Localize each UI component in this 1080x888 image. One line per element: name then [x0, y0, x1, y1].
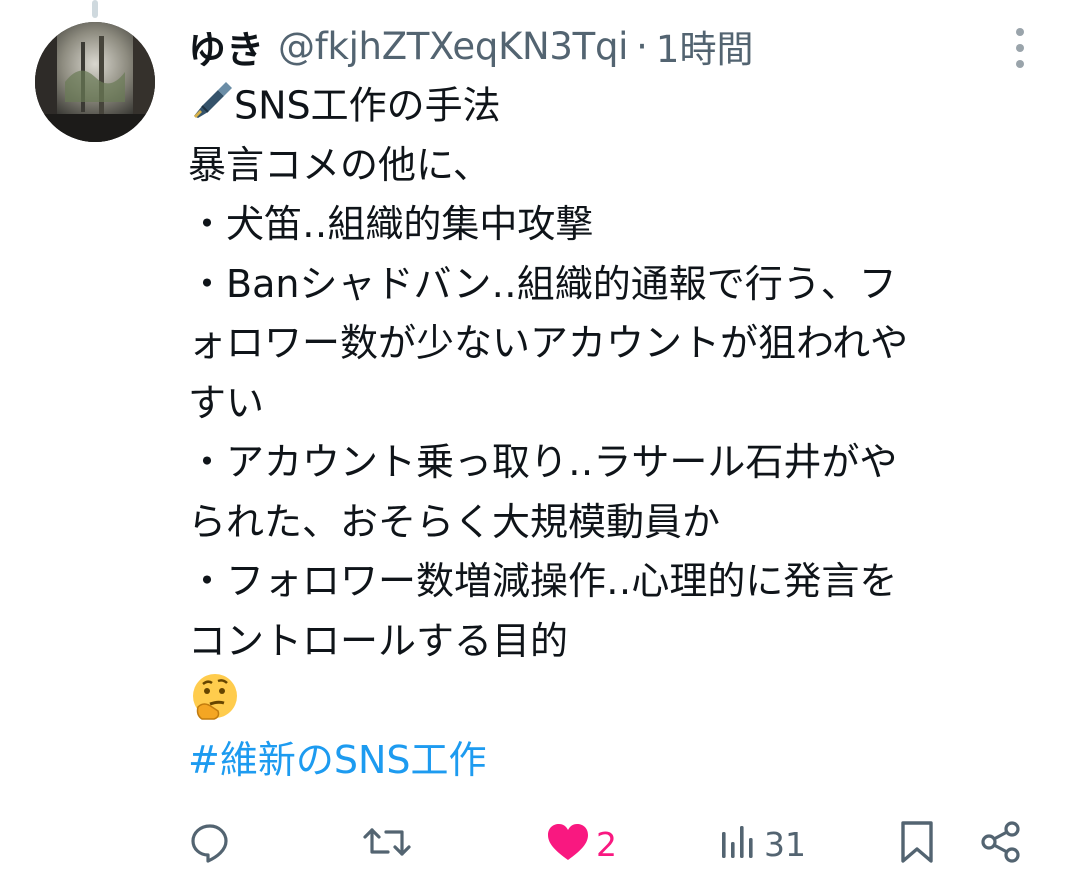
bookmark-button[interactable] — [897, 812, 937, 876]
repost-button[interactable] — [362, 812, 418, 876]
display-name[interactable]: ゆき — [188, 19, 264, 74]
header-separator: · — [636, 24, 648, 68]
post-heading: SNS工作の手法 — [234, 83, 501, 128]
post-line: SNS工作の手法 — [188, 76, 1048, 136]
post-line: られた、おそらく大規模動員か — [188, 499, 721, 544]
bookmark-icon — [897, 819, 937, 869]
repost-icon — [362, 820, 412, 868]
more-options-icon[interactable] — [1004, 26, 1036, 70]
fountain-pen-icon — [188, 76, 234, 140]
like-button[interactable]: 2 — [546, 812, 617, 876]
heart-icon — [546, 822, 590, 866]
reply-icon — [188, 820, 232, 868]
post-line: ・犬笛‥組織的集中攻撃 — [188, 202, 594, 246]
view-count: 31 — [764, 824, 806, 864]
post-line: ・アカウント乗っ取り‥ラサール石井がや — [188, 440, 898, 484]
post-line — [188, 671, 1048, 731]
share-icon — [978, 819, 1024, 869]
thread-connector-line — [92, 0, 98, 18]
post-line: ・Banシャドバン‥組織的通報で行う、フ — [188, 261, 897, 306]
post-text: SNS工作の手法 暴言コメの他に、 ・犬笛‥組織的集中攻撃 ・Banシャドバン‥… — [188, 76, 1048, 790]
post-header: ゆき @fkjhZTXeqKN3Tqi · 1時間 — [188, 18, 753, 74]
share-button[interactable] — [978, 812, 1024, 876]
like-count: 2 — [596, 824, 617, 864]
post-timestamp[interactable]: 1時間 — [656, 19, 754, 73]
post-line: 暴言コメの他に、 — [188, 142, 491, 187]
post-line: ・フォロワー数増減操作‥心理的に発言を — [188, 559, 898, 603]
post-line: すい — [188, 380, 265, 425]
post-line: ォロワー数が少ないアカウントが狙われや — [188, 321, 909, 365]
avatar[interactable] — [35, 22, 155, 142]
hashtag-link[interactable]: #維新のSNS工作 — [188, 731, 1048, 791]
views-button[interactable]: 31 — [718, 812, 806, 876]
post-line: コントロールする目的 — [188, 618, 569, 663]
user-handle[interactable]: @fkjhZTXeqKN3Tqi — [278, 25, 628, 68]
reply-button[interactable] — [188, 812, 238, 876]
action-bar: 2 31 — [0, 812, 1080, 876]
bar-chart-icon — [718, 822, 758, 866]
